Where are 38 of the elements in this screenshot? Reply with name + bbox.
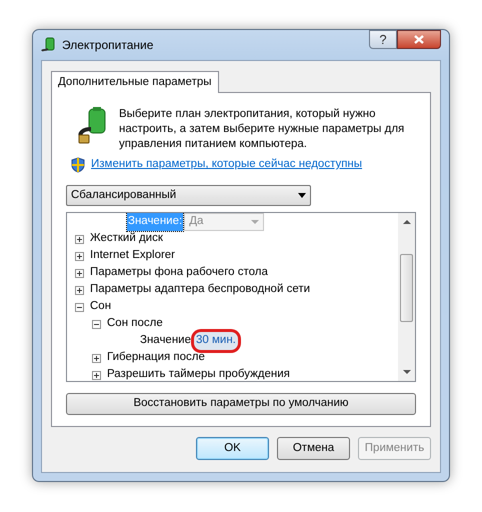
tree-item[interactable]: Параметры фона рабочего стола <box>90 264 268 282</box>
dropdown-arrow-icon <box>298 192 306 198</box>
scroll-thumb[interactable] <box>400 254 413 322</box>
expand-icon[interactable] <box>75 252 84 261</box>
tree-item[interactable]: Сон <box>90 298 112 316</box>
collapse-icon[interactable] <box>92 320 101 329</box>
plan-dropdown[interactable]: Сбалансированный <box>66 185 311 206</box>
intro-text: Выберите план электропитания, который нужно настроить, а затем выберите нужные параметры для управления питанием компьютера. <box>119 107 406 152</box>
expand-icon[interactable] <box>75 268 84 278</box>
tree-item[interactable]: Сон после <box>107 315 163 333</box>
restore-defaults-button[interactable]: Восстановить параметры по умолчанию <box>66 392 416 415</box>
expand-icon[interactable] <box>92 370 101 380</box>
change-settings-link[interactable]: Изменить параметры, которые сейчас недоступны <box>91 156 362 174</box>
tab[interactable]: Дополнительные параметры <box>51 71 218 93</box>
value-link[interactable]: 30 мин. <box>194 332 238 350</box>
tree-item[interactable]: Жесткий диск <box>90 230 163 248</box>
help-button[interactable]: ? <box>369 30 397 49</box>
collapse-icon[interactable] <box>75 302 84 312</box>
dialog-button[interactable]: OK <box>196 437 269 460</box>
tree-item[interactable]: Разрешить таймеры пробуждения <box>107 366 290 381</box>
shield-icon <box>71 156 85 173</box>
scrollbar[interactable] <box>398 212 415 381</box>
tree-item[interactable]: Гибернация после <box>107 349 205 367</box>
close-icon <box>414 35 424 44</box>
value-label: Значение <box>139 333 192 348</box>
dialog-button[interactable]: Отмена <box>277 437 350 460</box>
expand-icon[interactable] <box>75 234 84 244</box>
battery-plug-icon <box>40 37 56 53</box>
close-button[interactable] <box>397 30 441 49</box>
value-label: Значение: <box>127 213 184 231</box>
expand-icon[interactable] <box>75 286 84 295</box>
tree-item[interactable]: Параметры адаптера беспроводной сети <box>90 281 310 299</box>
window-title: Электропитание <box>62 37 154 54</box>
tree-item[interactable]: Internet Explorer <box>90 247 176 265</box>
scroll-up-icon[interactable] <box>402 220 410 224</box>
expand-icon[interactable] <box>92 354 101 363</box>
scroll-down-icon[interactable] <box>402 370 410 374</box>
dropdown-arrow-icon <box>251 220 260 224</box>
